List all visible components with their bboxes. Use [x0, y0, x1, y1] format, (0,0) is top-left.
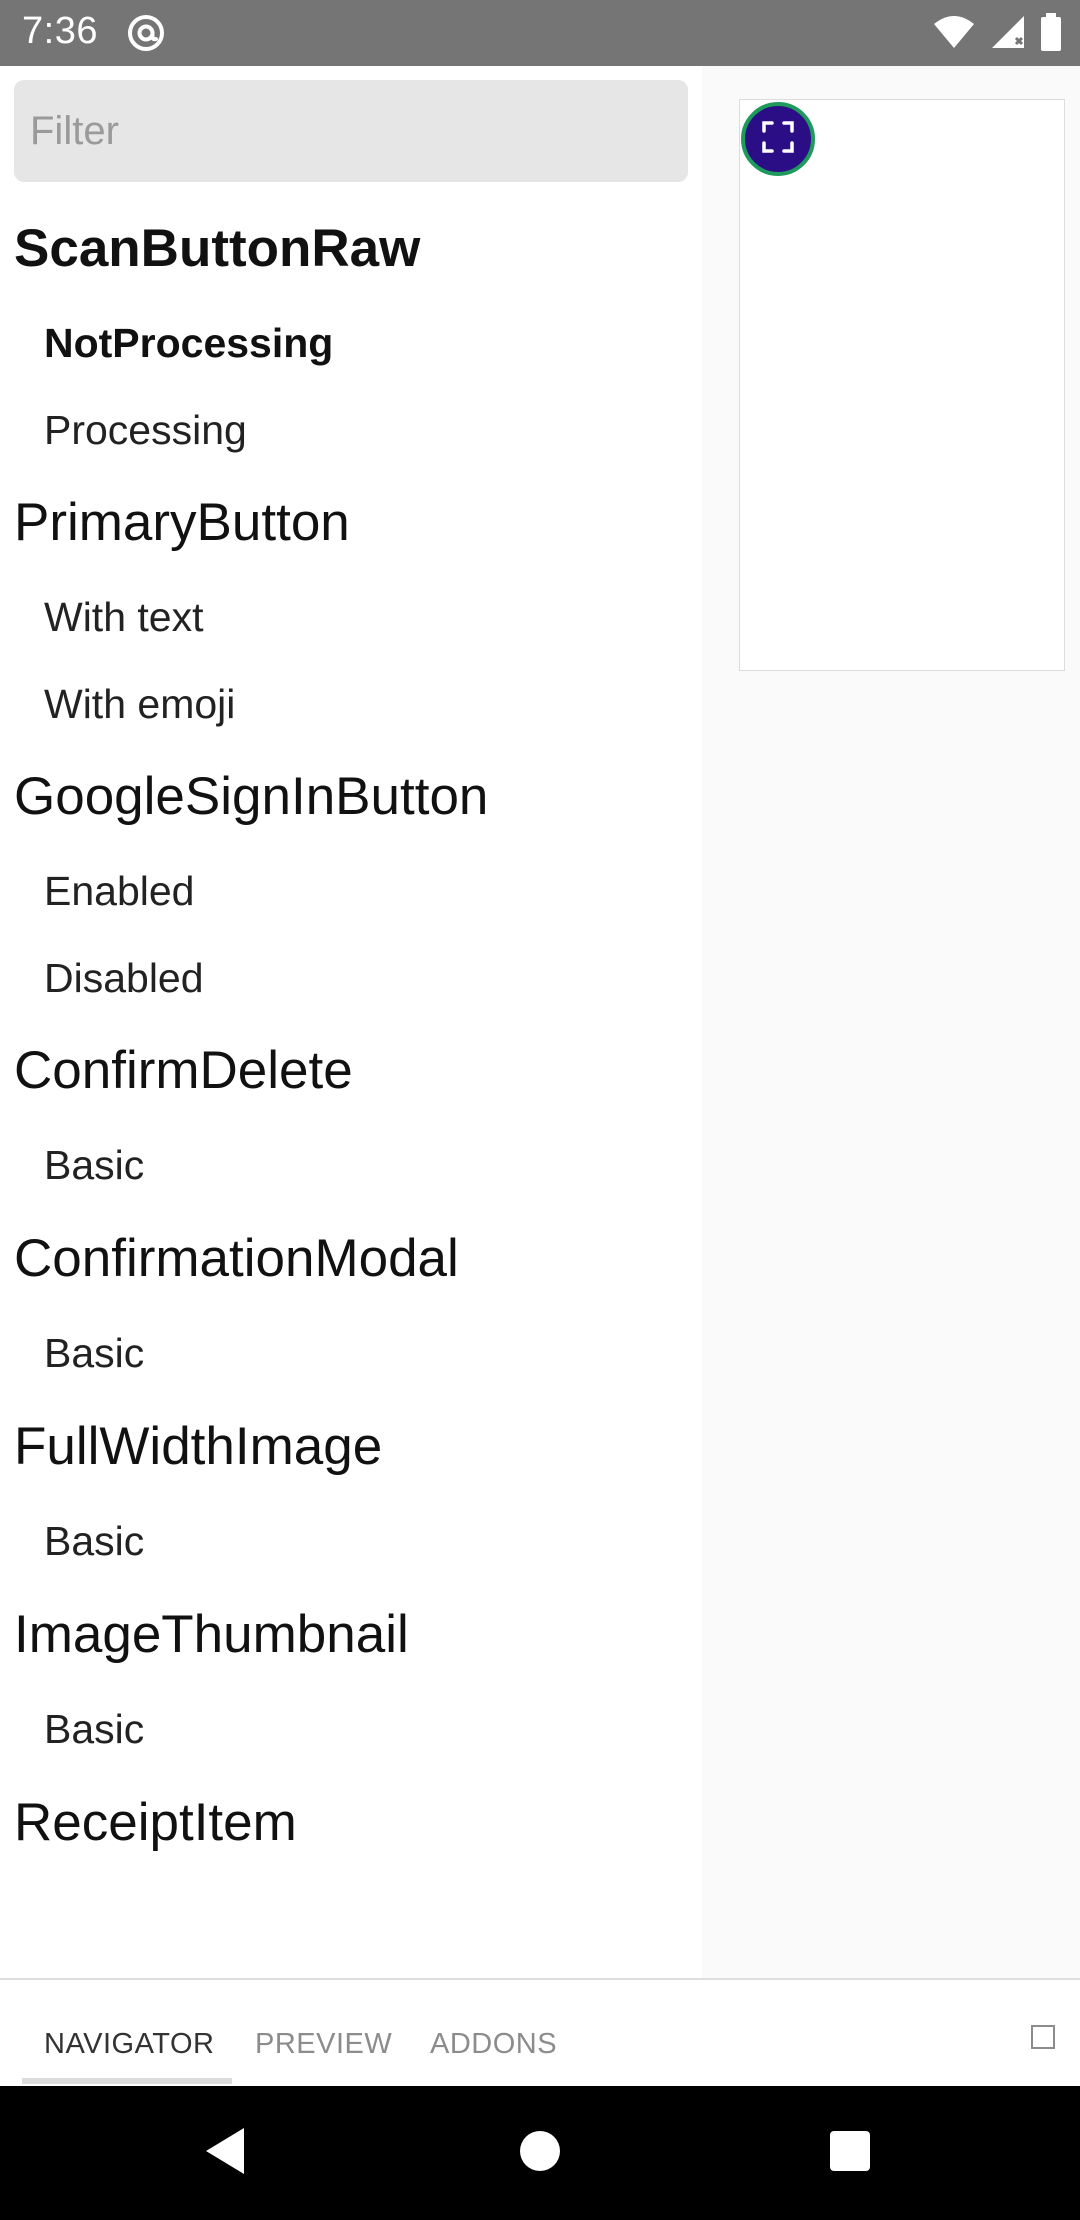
- system-nav-bar: [0, 2086, 1080, 2220]
- fullscreen-toggle-icon[interactable]: [1031, 2025, 1055, 2049]
- preview-frame: [739, 99, 1065, 671]
- home-button[interactable]: [480, 2086, 600, 2220]
- scan-button[interactable]: [741, 102, 815, 176]
- story-item-notprocessing[interactable]: NotProcessing: [44, 320, 333, 367]
- tab-preview[interactable]: PREVIEW: [255, 2028, 392, 2061]
- back-icon: [204, 2126, 248, 2181]
- group-title-imagethumbnail[interactable]: ImageThumbnail: [14, 1604, 409, 1665]
- story-item-enabled[interactable]: Enabled: [44, 868, 194, 915]
- filter-input[interactable]: [28, 107, 688, 155]
- group-title-primarybutton[interactable]: PrimaryButton: [14, 492, 350, 553]
- group-title-receiptitem[interactable]: ReceiptItem: [14, 1792, 297, 1853]
- story-item-with-text[interactable]: With text: [44, 594, 203, 641]
- active-tab-indicator: [22, 2078, 232, 2084]
- at-sign-icon: [126, 13, 166, 53]
- bottom-tab-bar: NAVIGATOR PREVIEW ADDONS: [0, 1978, 1080, 2086]
- group-title-fullwidthimage[interactable]: FullWidthImage: [14, 1416, 382, 1477]
- scan-frame-icon: [758, 117, 798, 162]
- tab-addons[interactable]: ADDONS: [430, 2028, 557, 2061]
- wifi-icon: [932, 14, 976, 55]
- home-icon: [518, 2129, 562, 2178]
- filter-field[interactable]: [14, 80, 688, 182]
- story-item-basic[interactable]: Basic: [44, 1330, 144, 1377]
- story-item-processing[interactable]: Processing: [44, 407, 247, 454]
- signal-icon: [990, 14, 1026, 55]
- story-item-basic[interactable]: Basic: [44, 1142, 144, 1189]
- group-title-googlesigninbutton[interactable]: GoogleSignInButton: [14, 766, 488, 827]
- story-item-basic[interactable]: Basic: [44, 1518, 144, 1565]
- battery-icon: [1040, 12, 1062, 56]
- story-item-with-emoji[interactable]: With emoji: [44, 681, 235, 728]
- tab-navigator[interactable]: NAVIGATOR: [44, 2028, 214, 2061]
- status-bar: 7:36: [0, 0, 1080, 66]
- navigator-panel: ScanButtonRaw NotProcessing Processing P…: [0, 66, 702, 1978]
- story-item-disabled[interactable]: Disabled: [44, 955, 204, 1002]
- story-item-basic[interactable]: Basic: [44, 1706, 144, 1753]
- preview-panel: [702, 66, 1080, 1978]
- group-title-confirmationmodal[interactable]: ConfirmationModal: [14, 1228, 459, 1289]
- group-title-scanbuttonraw[interactable]: ScanButtonRaw: [14, 218, 420, 279]
- status-time: 7:36: [22, 10, 98, 52]
- group-title-confirmdelete[interactable]: ConfirmDelete: [14, 1040, 353, 1101]
- recents-icon: [828, 2129, 872, 2178]
- back-button[interactable]: [166, 2086, 286, 2220]
- recents-button[interactable]: [790, 2086, 910, 2220]
